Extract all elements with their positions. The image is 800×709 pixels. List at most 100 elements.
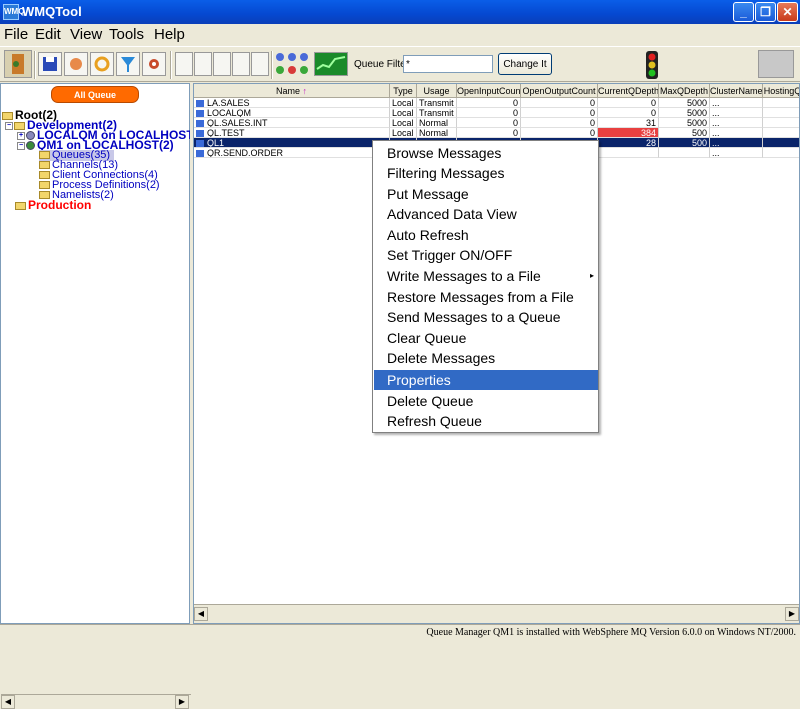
table-row[interactable]: LA.SALES Local Transmit 0 0 0 5000... [194, 98, 799, 108]
menu-item-refresh-queue[interactable]: Refresh Queue [374, 411, 598, 431]
folder-icon [39, 171, 50, 180]
view-2-icon[interactable] [194, 52, 212, 76]
table-cell-cluster: ... [710, 108, 763, 118]
col-header-hosting[interactable]: HostingQ [763, 84, 799, 98]
view-5-icon[interactable] [251, 52, 269, 76]
table-cell-depth: 0 [598, 108, 659, 118]
minimize-button[interactable]: _ [733, 2, 754, 22]
monitor-chart-icon[interactable] [314, 52, 348, 76]
folder-icon [39, 181, 50, 190]
refresh-icon[interactable] [90, 52, 114, 76]
table-cell-hosting [763, 108, 799, 118]
queue-icon [196, 150, 204, 157]
view-4-icon[interactable] [232, 52, 250, 76]
queue-icon [196, 140, 204, 147]
col-header-type[interactable]: Type [390, 84, 417, 98]
hand-icon[interactable] [64, 52, 88, 76]
queue-icon [196, 100, 204, 107]
menu-item-auto-refresh[interactable]: Auto Refresh [374, 225, 598, 245]
col-header-maxdepth[interactable]: MaxQDepth [659, 84, 710, 98]
table-row[interactable]: LOCALQM Local Transmit 0 0 0 5000... [194, 108, 799, 118]
save-icon[interactable] [38, 52, 62, 76]
col-header-cluster[interactable]: ClusterName [710, 84, 763, 98]
traffic-light-icon [644, 51, 660, 79]
table-cell-usage: Normal [417, 118, 457, 128]
table-row[interactable]: QL.SALES.INT Local Normal 0 0 31 5000... [194, 118, 799, 128]
queue-icon [196, 130, 204, 137]
table-cell-depth: 0 [598, 98, 659, 108]
menu-item-delete-messages[interactable]: Delete Messages [374, 348, 598, 368]
col-header-usage[interactable]: Usage [417, 84, 457, 98]
queue-icon [196, 120, 204, 127]
all-queue-managers-button[interactable]: All Queue Managers [51, 86, 139, 117]
table-cell-cluster: ... [710, 98, 763, 108]
table-cell-hosting [763, 128, 799, 138]
menu-item-write-messages[interactable]: Write Messages to a File ▸ [374, 266, 598, 286]
menu-view[interactable]: View [70, 26, 102, 43]
table-cell-max: 5000 [659, 108, 710, 118]
menu-item-put-message[interactable]: Put Message [374, 184, 598, 204]
maximize-button[interactable]: ❐ [755, 2, 776, 22]
toolbar-separator [271, 51, 273, 79]
close-button[interactable]: ✕ [777, 2, 798, 22]
table-cell-hosting [763, 98, 799, 108]
menu-help[interactable]: Help [154, 26, 185, 43]
scroll-right-icon[interactable]: ▶ [175, 695, 189, 709]
view-3-icon[interactable] [213, 52, 231, 76]
table-cell-usage: Normal [417, 128, 457, 138]
scroll-left-icon[interactable]: ◀ [194, 607, 208, 621]
expander-icon[interactable]: − [17, 141, 25, 150]
expander-icon[interactable]: + [17, 131, 25, 140]
menu-item-filtering-messages[interactable]: Filtering Messages [374, 163, 598, 183]
table-row[interactable]: QL.TEST Local Normal 0 0 384 500... [194, 128, 799, 138]
status-lights-icon[interactable] [274, 51, 310, 77]
view-1-icon[interactable] [175, 52, 193, 76]
menu-item-clear-queue[interactable]: Clear Queue [374, 328, 598, 348]
expander-icon[interactable]: − [5, 121, 13, 130]
queue-icon [196, 110, 204, 117]
table-cell-out: 0 [521, 118, 598, 128]
col-header-name[interactable]: Name ↑ [194, 84, 390, 98]
window-title: WMQTool [22, 4, 82, 19]
menu-item-advanced-data-view[interactable]: Advanced Data View [374, 204, 598, 224]
settings-icon[interactable] [142, 52, 166, 76]
grid-horizontal-scrollbar[interactable]: ◀ ▶ [194, 604, 799, 623]
folder-icon [15, 201, 26, 210]
menu-file[interactable]: File [4, 26, 28, 43]
tree-production[interactable]: Production [15, 199, 91, 211]
queue-filter-input[interactable] [403, 55, 493, 73]
hardware-icon[interactable] [758, 50, 794, 78]
status-text: Queue Manager QM1 is installed with WebS… [426, 627, 796, 638]
menu-item-send-messages[interactable]: Send Messages to a Queue [374, 307, 598, 327]
table-cell-in: 0 [457, 118, 521, 128]
app-icon: WMQ [3, 4, 24, 20]
col-header-currentdepth[interactable]: CurrentQDepth [598, 84, 659, 98]
menu-item-browse-messages[interactable]: Browse Messages [374, 143, 598, 163]
context-menu: Browse Messages Filtering Messages Put M… [372, 140, 599, 433]
table-cell-in: 0 [457, 128, 521, 138]
table-cell-depth [598, 148, 659, 158]
title-bar: WMQ WMQTool _ ❐ ✕ [0, 0, 800, 24]
tree-horizontal-scrollbar[interactable]: ◀ ▶ [1, 694, 191, 709]
table-cell-usage: Transmit [417, 108, 457, 118]
filter-icon[interactable] [116, 52, 140, 76]
table-cell-max: 5000 [659, 98, 710, 108]
change-it-button[interactable]: Change It [498, 53, 552, 75]
table-cell-in: 0 [457, 108, 521, 118]
table-cell-max: 500 [659, 128, 710, 138]
exit-icon[interactable] [4, 50, 32, 78]
menu-item-restore-messages[interactable]: Restore Messages from a File [374, 287, 598, 307]
table-cell-max [659, 148, 710, 158]
menu-item-properties[interactable]: Properties [374, 370, 598, 390]
scroll-right-icon[interactable]: ▶ [785, 607, 799, 621]
col-header-openoutput[interactable]: OpenOutputCount [521, 84, 598, 98]
table-cell-max: 500 [659, 138, 710, 148]
col-header-openinput[interactable]: OpenInputCount [457, 84, 521, 98]
table-cell-hosting [763, 118, 799, 128]
menu-tools[interactable]: Tools [109, 26, 144, 43]
submenu-arrow-icon: ▸ [589, 271, 594, 280]
scroll-left-icon[interactable]: ◀ [1, 695, 15, 709]
menu-edit[interactable]: Edit [35, 26, 61, 43]
menu-item-delete-queue[interactable]: Delete Queue [374, 391, 598, 411]
menu-item-set-trigger[interactable]: Set Trigger ON/OFF [374, 245, 598, 265]
